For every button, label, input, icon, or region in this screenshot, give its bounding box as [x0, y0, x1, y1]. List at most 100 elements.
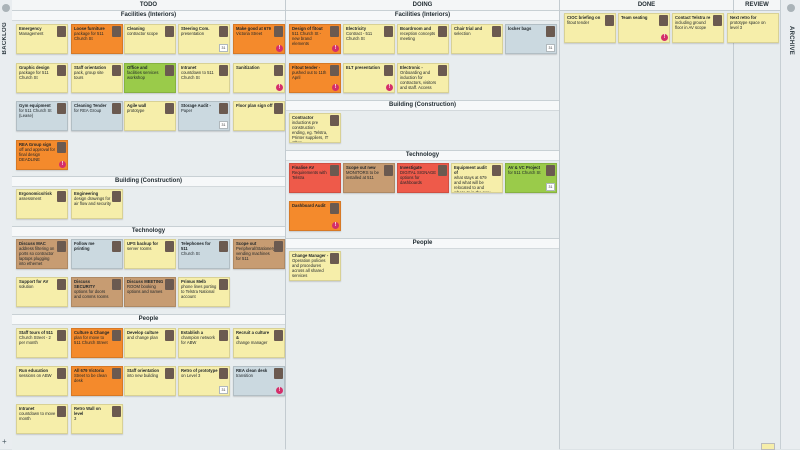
card[interactable]: Emergency Management — [16, 24, 68, 54]
card[interactable]: Cleaning Tender for REA Group — [71, 101, 123, 131]
avatar — [492, 165, 501, 176]
card[interactable]: Gym equipment for 511 Church St (Lease) — [16, 101, 68, 131]
card[interactable]: Engineering design drawings for air flow … — [71, 189, 123, 219]
avatar — [57, 368, 66, 379]
card[interactable]: Storage Audit - Paper 31 — [178, 101, 230, 131]
card[interactable]: Finalise AV Requirements with Telstra — [289, 163, 341, 193]
card[interactable]: Contact Telstra re including ground floor… — [672, 13, 724, 43]
lane-title: Facilities (Interiors) — [286, 11, 559, 21]
avatar — [112, 103, 121, 114]
card[interactable]: Recruit a culture & change manager — [233, 328, 285, 358]
avatar — [274, 26, 283, 37]
calendar-icon: 31 — [219, 44, 228, 52]
card[interactable]: Establish a champion network for ABW — [178, 328, 230, 358]
card[interactable]: All 679 Victoria Street to be clean desk — [71, 366, 123, 396]
card[interactable]: Electronic - Onboarding and induction for… — [397, 63, 449, 93]
card[interactable]: Sanitization! — [233, 63, 285, 93]
card[interactable]: Fitout tender - pushed out to 11th April! — [289, 63, 341, 93]
card[interactable]: Primus Melb phone lines porting to Telstr… — [178, 277, 230, 307]
card[interactable]: Intranet countdown to 511 Church St — [178, 63, 230, 93]
backlog-label: BACKLOG — [2, 22, 8, 55]
card[interactable]: Discuss SECURITY options for doors and co… — [71, 277, 123, 307]
alert-icon: ! — [276, 45, 283, 52]
avatar — [165, 103, 174, 114]
avatar — [492, 26, 501, 37]
card[interactable]: Staff orientation pack, group site tours — [71, 63, 123, 93]
card[interactable]: Support for AV solution — [16, 277, 68, 307]
card[interactable]: Electricity Contract - 511 Church St — [343, 24, 395, 54]
lane-title: Facilities (Interiors) — [12, 11, 285, 21]
card[interactable]: Discuss MEETING ROOM booking options and … — [124, 277, 176, 307]
card[interactable]: Discuss MAC address filtering on ports so… — [16, 239, 68, 269]
card[interactable]: Design of fitout 511 Church St - new bran… — [289, 24, 341, 54]
lane-title: People — [12, 315, 285, 325]
card[interactable]: Floor plan sign off — [233, 101, 285, 131]
archive-rail[interactable]: ARCHIVE — [780, 0, 800, 449]
card[interactable]: Intranet countdown to move month — [16, 404, 68, 434]
avatar — [438, 65, 447, 76]
archive-label: ARCHIVE — [788, 26, 794, 56]
card[interactable]: Staff orientation into new building — [124, 366, 176, 396]
card[interactable]: Boardroom and reception concepts meeting — [397, 24, 449, 54]
card[interactable]: Telephones for 511 Church St — [178, 239, 230, 269]
lane-title: Technology — [12, 227, 285, 237]
avatar — [330, 115, 339, 126]
avatar — [219, 279, 228, 290]
card[interactable]: Graphic design package for 511 Church St — [16, 63, 68, 93]
card[interactable]: Run education sessions on ABW — [16, 366, 68, 396]
card[interactable]: Retro Wall on level 3 — [71, 404, 123, 434]
avatar — [274, 103, 283, 114]
avatar — [384, 65, 393, 76]
avatar — [605, 15, 614, 26]
column-header-done: DONE — [560, 0, 733, 11]
avatar — [57, 26, 66, 37]
card[interactable]: Team seating! — [618, 13, 670, 43]
card[interactable]: Equipment audit of what stays at 679 and … — [451, 163, 503, 193]
card[interactable]: Change Manager - Operation policies and p… — [289, 251, 341, 281]
avatar — [165, 330, 174, 341]
card[interactable]: Office and facilities services workshop — [124, 63, 176, 93]
card[interactable]: Follow me printing — [71, 239, 123, 269]
card[interactable]: Agile wall prototype — [124, 101, 176, 131]
card[interactable]: REA Group sign off and approval for final… — [16, 140, 68, 170]
avatar — [57, 279, 66, 290]
avatar — [330, 26, 339, 37]
card[interactable]: Next retro for prototype space on level 3 — [727, 13, 779, 43]
calendar-icon: 31 — [219, 121, 228, 129]
card[interactable]: Staff tours of 511 Church Street - 2 per … — [16, 328, 68, 358]
collapse-icon[interactable] — [2, 4, 10, 12]
expand-icon[interactable] — [787, 4, 795, 12]
avatar — [384, 165, 393, 176]
card[interactable]: CIOC briefing on fitout tender — [564, 13, 616, 43]
avatar — [57, 191, 66, 202]
card[interactable]: Chair trial and selection — [451, 24, 503, 54]
card[interactable]: Scope out Peripheral/Stationery vending m… — [233, 239, 285, 269]
card[interactable]: UPS backup for server rooms — [124, 239, 176, 269]
card[interactable]: Loose furniture package for 511 Church St — [71, 24, 123, 54]
avatar — [112, 279, 121, 290]
avatar — [112, 368, 121, 379]
avatar — [165, 279, 174, 290]
card[interactable]: AV & VC Project for 511 Church St 31 — [505, 163, 557, 193]
kanban-board: BACKLOG + TODO Facilities (Interiors) Bu… — [0, 0, 800, 450]
card[interactable]: REA clean desk transition! — [233, 366, 285, 396]
card[interactable]: locker bags 31 — [505, 24, 557, 54]
card[interactable]: Ergonomics/risk assessment — [16, 189, 68, 219]
card[interactable]: Dashboard Audit! — [289, 201, 341, 231]
card[interactable]: Culture & Change plan for move to 511 Chu… — [71, 328, 123, 358]
avatar — [112, 330, 121, 341]
card[interactable]: ELT presentation! — [343, 63, 395, 93]
card[interactable]: Develop culture and change plan — [124, 328, 176, 358]
avatar — [546, 165, 555, 176]
card[interactable]: Steering Com. presentation 31 — [178, 24, 230, 54]
card[interactable]: Make good at 679 Victoria Street! — [233, 24, 285, 54]
card[interactable]: Retro of prototype on Level 3 31 — [178, 366, 230, 396]
card[interactable]: Cleaning contractor scope — [124, 24, 176, 54]
plus-icon[interactable]: + — [2, 437, 7, 446]
avatar — [274, 368, 283, 379]
card[interactable]: Scope out new MONITORS to be installed at… — [343, 163, 395, 193]
avatar — [57, 142, 66, 153]
avatar — [330, 253, 339, 264]
card[interactable]: Investigate DIGITAL SIGNAGE options for d… — [397, 163, 449, 193]
card[interactable]: Contractor inductions pre construction en… — [289, 113, 341, 143]
